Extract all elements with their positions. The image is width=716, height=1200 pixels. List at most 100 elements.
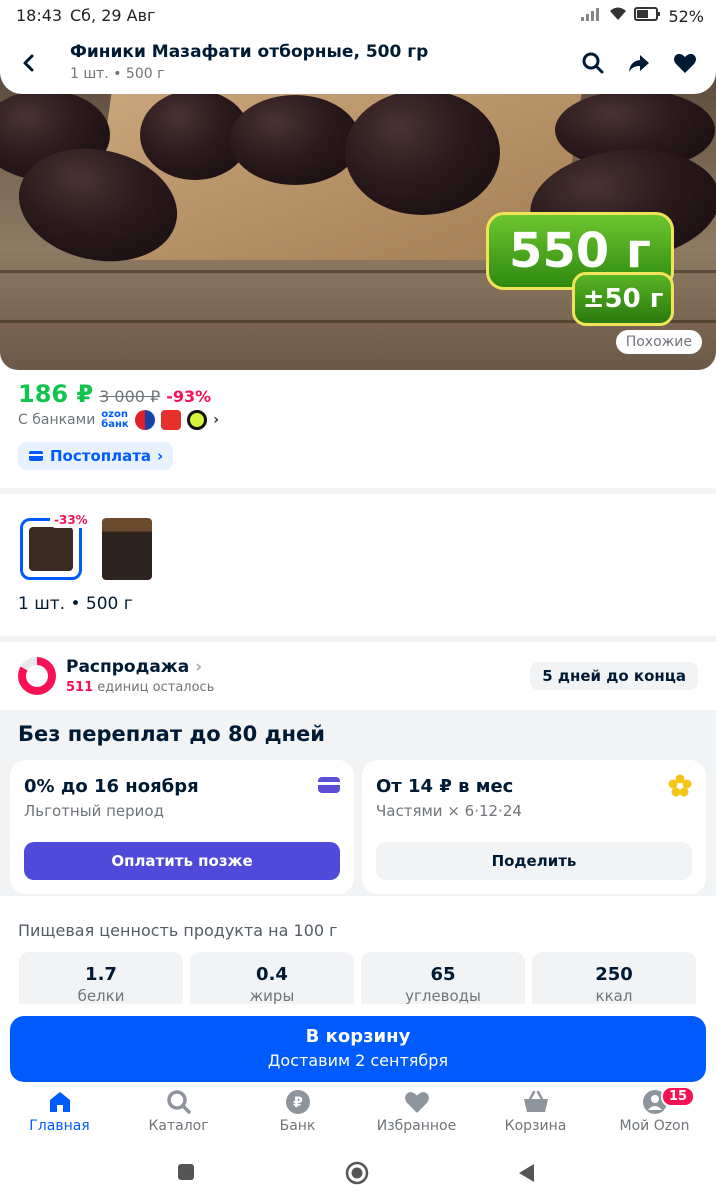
system-nav-bar xyxy=(0,1142,716,1200)
split-card[interactable]: От 14 ₽ в мес Частями × 6·12·24 Поделить xyxy=(362,760,706,894)
nutrition-value: 0.4 xyxy=(256,964,288,985)
old-price: 3 000 ₽ xyxy=(99,387,161,406)
section-divider xyxy=(0,636,716,642)
installments-section: Без переплат до 80 дней 0% до 16 ноября … xyxy=(0,710,716,896)
battery-icon xyxy=(634,6,662,26)
top-header: Финики Мазафати отборные, 500 гр 1 шт. •… xyxy=(0,34,716,94)
nutrition-cell: 1.7 белки xyxy=(19,952,183,1012)
delivery-date: Доставим 2 сентября xyxy=(267,1051,449,1070)
signal-icon xyxy=(580,6,602,26)
pay-later-title: 0% до 16 ноября xyxy=(24,776,199,797)
price-block: 186 ₽ 3 000 ₽ -93% xyxy=(18,380,211,408)
share-button[interactable] xyxy=(624,48,654,78)
split-title: От 14 ₽ в мес xyxy=(376,776,514,797)
nav-label: Каталог xyxy=(148,1118,209,1134)
nav-label: Корзина xyxy=(504,1118,567,1134)
heart-icon xyxy=(674,53,696,73)
banks-label: С банками xyxy=(18,412,96,428)
card-icon xyxy=(318,777,340,793)
nav-cart[interactable]: Корзина xyxy=(476,1088,595,1134)
remaining-text: единиц осталось xyxy=(97,680,215,695)
ruble-icon: ₽ xyxy=(285,1090,310,1114)
bank-logo-icon xyxy=(135,410,156,430)
split-button[interactable]: Поделить xyxy=(376,842,692,880)
variant-label: 1 шт. • 500 г xyxy=(18,594,133,614)
flower-icon xyxy=(668,774,692,797)
nutrition-title: Пищевая ценность продукта на 100 г xyxy=(18,921,338,940)
back-system-icon[interactable] xyxy=(516,1162,536,1184)
date-fruit xyxy=(230,95,360,185)
nav-profile[interactable]: 15 Мой Ozon xyxy=(595,1086,714,1134)
add-to-cart-button[interactable]: В корзину Доставим 2 сентября xyxy=(10,1016,706,1082)
sale-title[interactable]: Распродажа › xyxy=(66,657,202,677)
status-bar: 18:43 Сб, 29 Авг 52% xyxy=(0,0,716,34)
nav-label: Банк xyxy=(279,1118,316,1134)
bank-logo-icon xyxy=(161,410,182,430)
installments-heading: Без переплат до 80 дней xyxy=(18,722,325,746)
nutrition-label: белки xyxy=(77,987,125,1005)
pay-later-card[interactable]: 0% до 16 ноября Льготный период Оплатить… xyxy=(10,760,354,894)
home-system-icon[interactable] xyxy=(344,1160,370,1186)
card-icon xyxy=(29,451,43,461)
variant-image xyxy=(102,518,152,580)
profile-badge: 15 xyxy=(661,1086,696,1107)
remaining-count: 511 xyxy=(66,680,94,695)
heart-icon xyxy=(404,1092,429,1113)
favorite-button[interactable] xyxy=(670,48,700,78)
back-arrow-icon xyxy=(23,54,34,72)
days-left-badge: 5 дней до конца xyxy=(530,662,698,690)
search-icon xyxy=(166,1090,191,1114)
postpay-label: Постоплата xyxy=(50,447,152,465)
nav-favorites[interactable]: Избранное xyxy=(357,1088,476,1134)
pay-later-button[interactable]: Оплатить позже xyxy=(24,842,340,880)
nutrition-label: ккал xyxy=(595,987,633,1005)
nutrition-cell: 0.4 жиры xyxy=(190,952,354,1012)
back-button[interactable] xyxy=(14,48,44,78)
pay-later-subtitle: Льготный период xyxy=(24,802,164,820)
split-subtitle: Частями × 6·12·24 xyxy=(376,802,522,820)
wifi-icon xyxy=(608,6,628,26)
similar-button[interactable]: Похожие xyxy=(615,330,702,354)
nutrition-label: жиры xyxy=(249,987,295,1005)
nutrition-label: углеводы xyxy=(405,987,481,1005)
search-icon xyxy=(582,52,604,74)
recents-icon[interactable] xyxy=(176,1162,196,1182)
bank-offers[interactable]: С банками ozon банк › xyxy=(18,410,219,430)
nav-label: Главная xyxy=(29,1118,90,1134)
nutrition-value: 1.7 xyxy=(85,964,117,985)
nutrition-value: 65 xyxy=(430,964,456,985)
tolerance-badge: ±50 г xyxy=(572,272,674,326)
home-icon xyxy=(49,1092,70,1112)
nutrition-cell: 65 углеводы xyxy=(361,952,525,1012)
page-title: Финики Мазафати отборные, 500 гр xyxy=(70,42,429,62)
status-date: Сб, 29 Авг xyxy=(70,6,156,25)
add-to-cart-label: В корзину xyxy=(305,1026,411,1047)
variant-discount: -33% xyxy=(50,512,92,528)
current-price: 186 ₽ xyxy=(18,380,94,408)
ozon-bank-logo: ozon банк xyxy=(101,409,129,430)
nav-label: Избранное xyxy=(376,1118,457,1134)
variant-image xyxy=(29,527,73,571)
nav-catalog[interactable]: Каталог xyxy=(119,1088,238,1134)
basket-icon xyxy=(523,1090,548,1112)
nav-bank[interactable]: ₽ Банк xyxy=(238,1088,357,1134)
postpay-button[interactable]: Постоплата › xyxy=(18,442,174,470)
nutrition-value: 250 xyxy=(595,964,633,985)
chevron-right-icon: › xyxy=(213,412,220,428)
sale-title-text: Распродажа xyxy=(66,657,190,677)
share-icon xyxy=(629,55,649,72)
chevron-right-icon: › xyxy=(157,447,164,465)
svg-text:₽: ₽ xyxy=(293,1095,303,1111)
bank-logo-icon xyxy=(187,410,208,430)
variant-thumb-2[interactable] xyxy=(96,518,158,580)
date-fruit xyxy=(345,90,500,215)
sale-remaining: 511 единиц осталось xyxy=(66,680,214,695)
chevron-right-icon: › xyxy=(195,657,203,677)
sale-progress-icon xyxy=(18,657,56,695)
nutrition-cell: 250 ккал xyxy=(532,952,696,1012)
nav-home[interactable]: Главная xyxy=(0,1088,119,1134)
search-button[interactable] xyxy=(578,48,608,78)
status-time: 18:43 xyxy=(16,6,63,25)
battery-level: 52% xyxy=(668,6,704,26)
nav-label: Мой Ozon xyxy=(619,1118,690,1134)
